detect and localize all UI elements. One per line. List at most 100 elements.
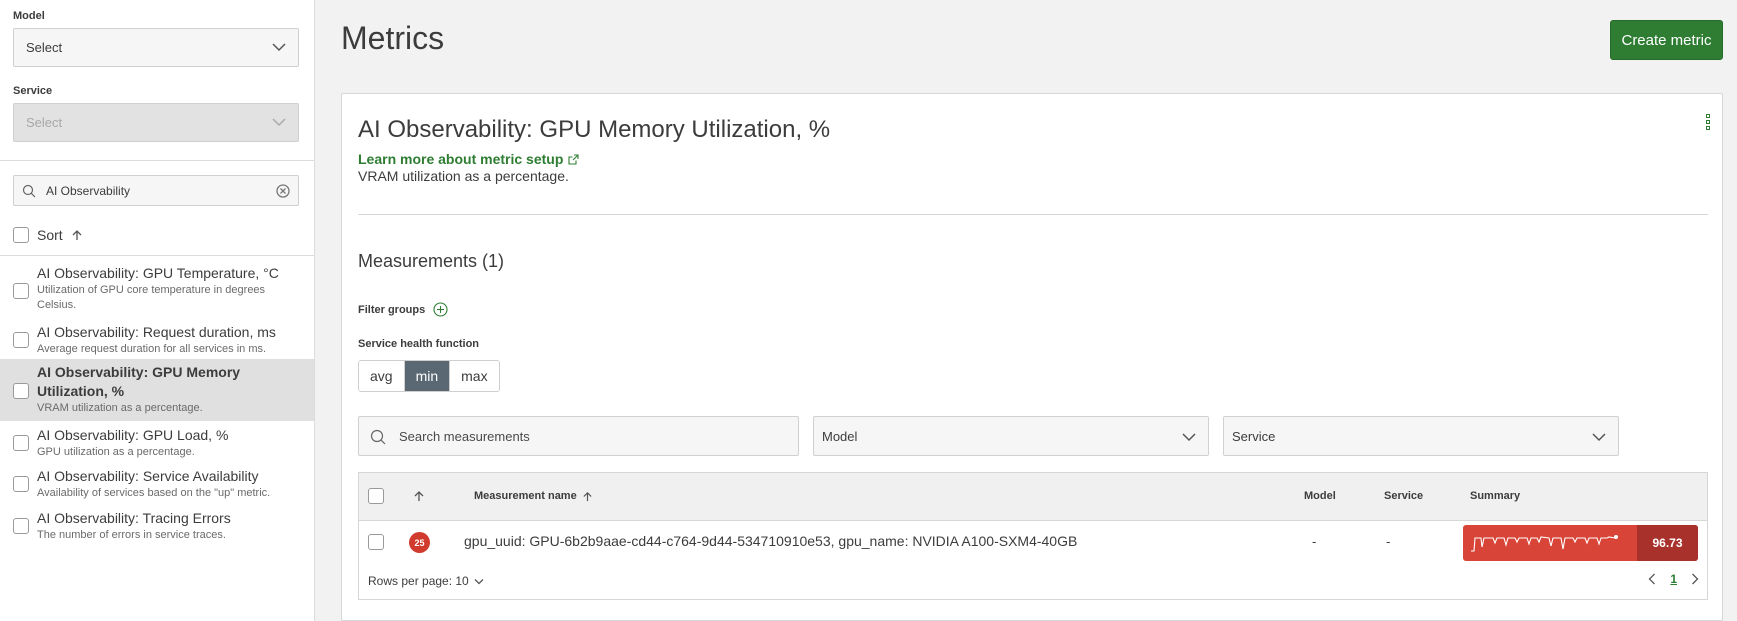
list-item-description: Average request duration for all service…: [37, 343, 267, 355]
sidebar-divider: [0, 255, 315, 256]
chevron-down-icon: [272, 43, 286, 52]
table-row[interactable]: 25 gpu_uuid: GPU-6b2b9aae-cd44-c764-9d44…: [359, 521, 1707, 563]
add-filter-icon[interactable]: [433, 302, 448, 317]
filter-groups-label: Filter groups: [358, 303, 426, 316]
card-divider: [358, 214, 1708, 215]
create-metric-button[interactable]: Create metric: [1610, 20, 1723, 60]
arrow-up-icon: [583, 491, 592, 501]
list-item-title: AI Observability: Service Availability: [37, 468, 259, 484]
list-item-description: GPU utilization as a percentage.: [37, 446, 195, 458]
table-header: Measurement name Model Service Summary: [359, 473, 1707, 521]
measurements-title: Measurements (1): [358, 251, 505, 271]
list-item-title: AI Observability: Tracing Errors: [37, 510, 231, 526]
list-item-title: AI Observability: GPU Temperature, °C: [37, 265, 279, 281]
rows-per-page-select[interactable]: Rows per page: 10: [368, 574, 484, 588]
summary-sparkline[interactable]: 96.73: [1463, 525, 1698, 561]
item-checkbox[interactable]: [13, 476, 29, 492]
chevron-right-icon[interactable]: [1691, 573, 1699, 585]
sort-label[interactable]: Sort: [37, 227, 63, 243]
search-icon: [22, 184, 36, 198]
model-label: Model: [13, 10, 45, 22]
select-all-checkbox[interactable]: [13, 227, 29, 243]
list-item-title: AI Observability: GPU Load, %: [37, 427, 229, 443]
item-checkbox[interactable]: [13, 435, 29, 451]
list-item[interactable]: AI Observability: GPU Temperature, °C Ut…: [0, 264, 314, 313]
item-checkbox[interactable]: [13, 383, 29, 399]
alert-count-badge: 25: [409, 532, 430, 553]
measurements-table: Measurement name Model Service Summary 2…: [358, 472, 1708, 600]
metric-title: AI Observability: GPU Memory Utilization…: [358, 116, 831, 143]
model-select-value: Select: [26, 40, 63, 55]
service-select[interactable]: Select: [13, 103, 299, 142]
list-item-description: Celsius.: [37, 299, 77, 311]
chevron-down-icon: [474, 578, 484, 584]
list-item-description: Utilization of GPU core temperature in d…: [37, 284, 266, 296]
list-item[interactable]: AI Observability: Request duration, ms A…: [0, 323, 314, 358]
model-select[interactable]: Select: [13, 28, 299, 67]
sort-row: Sort: [13, 227, 83, 243]
column-model[interactable]: Model: [1304, 490, 1336, 502]
metric-card: AI Observability: GPU Memory Utilization…: [341, 93, 1723, 621]
row-service: -: [1386, 534, 1391, 549]
list-item-title: Utilization, %: [37, 383, 125, 399]
table-footer: Rows per page: 10 1: [359, 568, 1707, 598]
search-icon: [370, 429, 386, 445]
metric-description: VRAM utilization as a percentage.: [358, 168, 569, 184]
chevron-down-icon: [1592, 433, 1606, 442]
health-option-avg[interactable]: avg: [359, 361, 405, 391]
clear-icon[interactable]: [276, 184, 290, 198]
health-option-min[interactable]: min: [404, 361, 451, 391]
rows-per-page-label: Rows per page: 10: [368, 574, 469, 588]
more-options-icon[interactable]: [1706, 114, 1710, 130]
item-checkbox[interactable]: [13, 332, 29, 348]
list-item[interactable]: AI Observability: GPU Load, % GPU utiliz…: [0, 426, 314, 461]
list-item-description: Availability of services based on the "u…: [37, 487, 271, 499]
page-title: Metrics: [341, 20, 445, 56]
list-item[interactable]: AI Observability: Tracing Errors The num…: [0, 509, 314, 544]
select-all-rows-checkbox[interactable]: [368, 488, 384, 504]
row-model: -: [1312, 534, 1317, 549]
filter-groups: Filter groups: [358, 302, 448, 317]
measurement-name[interactable]: gpu_uuid: GPU-6b2b9aae-cd44-c764-9d44-53…: [464, 533, 1077, 549]
service-health-label: Service health function: [358, 338, 480, 350]
list-item-title: AI Observability: GPU Memory: [37, 364, 241, 380]
service-filter-select[interactable]: Service: [1223, 416, 1619, 456]
model-filter-select[interactable]: Model: [813, 416, 1209, 456]
arrow-up-icon[interactable]: [413, 490, 425, 502]
learn-more-link[interactable]: Learn more about metric setup: [358, 151, 579, 167]
model-filter-value: Model: [822, 429, 858, 444]
service-label: Service: [13, 85, 53, 97]
chevron-down-icon: [1182, 433, 1196, 442]
page-number[interactable]: 1: [1670, 572, 1677, 586]
learn-more-label: Learn more about metric setup: [358, 151, 564, 167]
health-function-segmented: avg min max: [358, 360, 500, 392]
column-measurement-name-label: Measurement name: [474, 490, 577, 502]
health-option-max[interactable]: max: [450, 361, 499, 391]
list-item-selected[interactable]: AI Observability: GPU Memory Utilization…: [0, 359, 314, 421]
row-checkbox[interactable]: [368, 534, 384, 550]
column-measurement-name[interactable]: Measurement name: [474, 490, 593, 502]
item-checkbox[interactable]: [13, 518, 29, 534]
list-item-title: AI Observability: Request duration, ms: [37, 324, 276, 340]
list-item-description: VRAM utilization as a percentage.: [37, 402, 203, 414]
sparkline-chart: [1471, 535, 1618, 552]
metric-search-value: AI Observability: [46, 184, 131, 198]
summary-value: 96.73: [1637, 525, 1698, 561]
item-checkbox[interactable]: [13, 283, 29, 299]
sidebar-divider: [0, 160, 315, 161]
sidebar: Model Select Service Select AI Observabi…: [0, 0, 315, 621]
metric-search-input[interactable]: AI Observability: [13, 175, 299, 206]
column-summary: Summary: [1470, 490, 1521, 502]
arrow-up-icon[interactable]: [71, 229, 83, 241]
list-item-description: The number of errors in service traces.: [37, 529, 226, 541]
list-item[interactable]: AI Observability: Service Availability A…: [0, 467, 314, 502]
service-select-value: Select: [26, 115, 63, 130]
external-link-icon: [568, 153, 579, 165]
measurement-search-input[interactable]: Search measurements: [358, 416, 799, 456]
pagination: 1: [1648, 572, 1699, 586]
chevron-left-icon[interactable]: [1648, 573, 1656, 585]
column-service[interactable]: Service: [1384, 490, 1423, 502]
measurement-search-placeholder: Search measurements: [399, 429, 530, 444]
chevron-down-icon: [272, 118, 286, 127]
service-filter-value: Service: [1232, 429, 1276, 444]
